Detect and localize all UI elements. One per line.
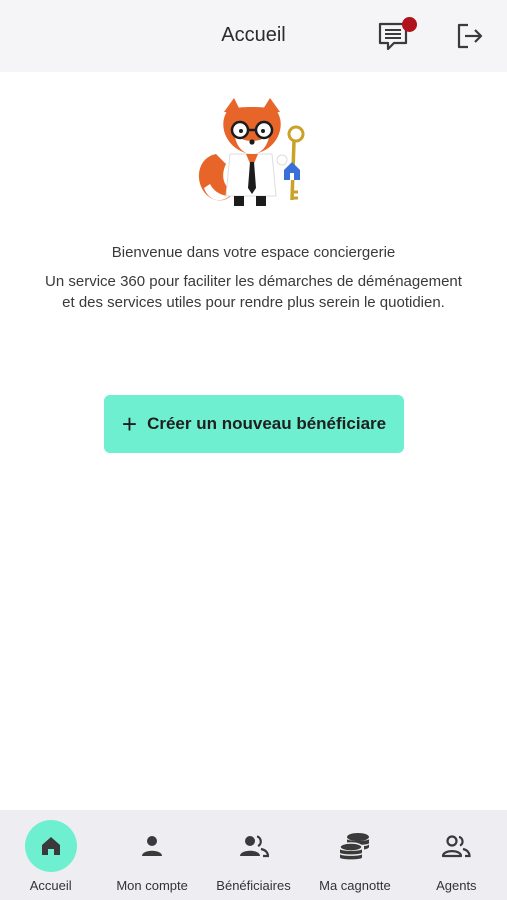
nav-item-agents[interactable]: Agents (406, 810, 507, 900)
agents-icon (442, 835, 471, 858)
plus-icon: + (121, 409, 138, 439)
nav-label: Accueil (29, 878, 72, 893)
fox-concierge-illustration (198, 98, 305, 206)
home-icon (41, 837, 60, 855)
nav-label: Mon compte (116, 878, 188, 893)
nav-active-indicator (24, 820, 77, 872)
logout-button[interactable] (451, 18, 487, 54)
bottom-navigation: Accueil Mon compte Bénéficiaires Ma cagn… (0, 810, 507, 900)
service-description-line: Un service 360 pour faciliter les démarc… (45, 273, 462, 290)
page-title: Accueil (221, 24, 286, 46)
notification-badge (402, 17, 417, 32)
nav-label: Ma cagnotte (319, 878, 391, 893)
messages-button[interactable] (376, 17, 417, 54)
nav-item-accueil[interactable]: Accueil (0, 810, 101, 900)
create-beneficiary-button[interactable]: + Créer un nouveau bénéficiare (104, 395, 404, 453)
user-icon (142, 836, 163, 856)
coins-icon (339, 833, 369, 860)
users-icon (239, 835, 269, 858)
logout-icon (457, 23, 483, 49)
nav-label: Bénéficiaires (216, 878, 291, 893)
nav-item-mon-compte[interactable]: Mon compte (101, 810, 202, 900)
service-description: Un service 360 pour faciliter les démarc… (10, 271, 497, 313)
nav-item-beneficiaires[interactable]: Bénéficiaires (203, 810, 304, 900)
service-description-line: et des services utiles pour rendre plus … (62, 294, 445, 311)
top-app-bar: Accueil (0, 0, 507, 72)
welcome-text: Bienvenue dans votre espace conciergerie (111, 244, 396, 261)
create-beneficiary-label: Créer un nouveau bénéficiare (147, 414, 387, 433)
nav-label: Agents (436, 878, 477, 893)
nav-item-ma-cagnotte[interactable]: Ma cagnotte (304, 810, 405, 900)
